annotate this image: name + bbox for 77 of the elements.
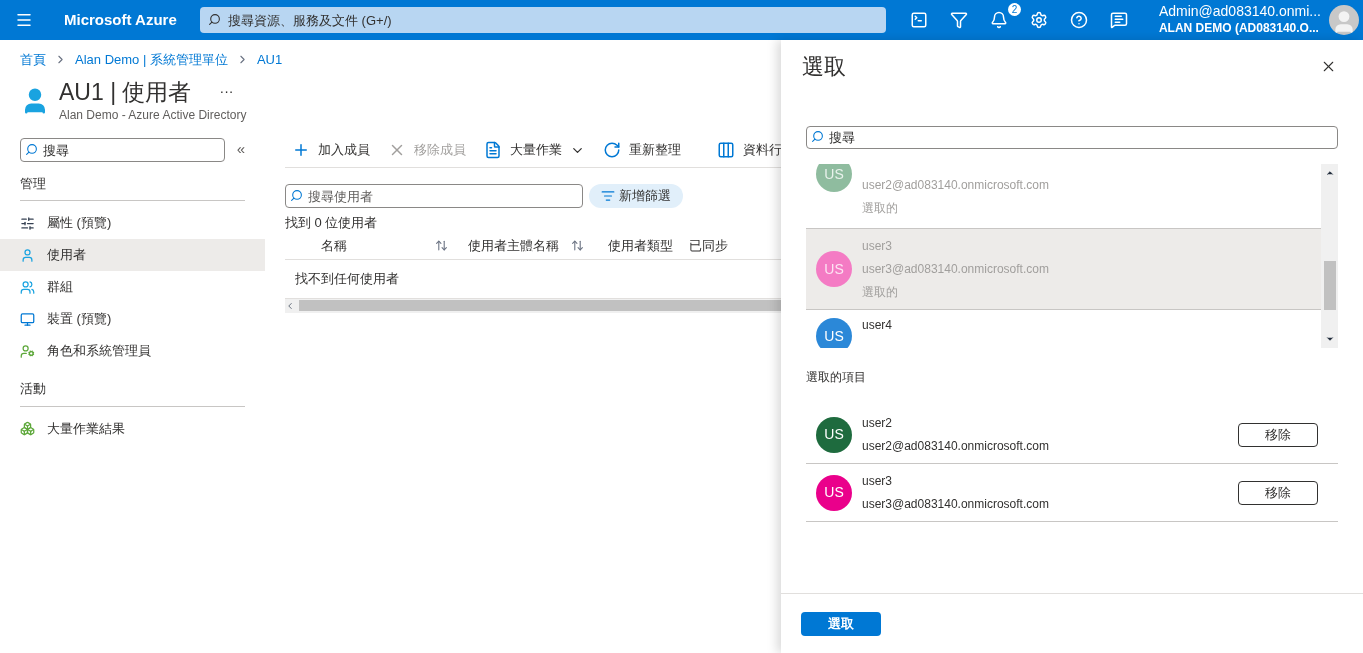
add-filter-button[interactable]: 新增篩選 [589,183,683,208]
sliders-icon [20,215,35,231]
toolbar-button[interactable]: 資料行 [717,140,782,160]
bell-icon[interactable] [990,11,1008,29]
picker-search-field[interactable]: 搜尋 [806,126,1338,149]
user-email: user2@ad083140.onmicrosoft.com [862,437,1049,455]
sidebar-search-field[interactable]: 搜尋 [20,138,225,162]
search-icon [811,130,824,143]
user-email: user3@ad083140.onmicrosoft.com [862,495,1049,513]
avatar: US [816,251,852,287]
sidebar-item[interactable]: 群組 [0,271,265,303]
collapse-button[interactable]: « [236,138,245,161]
filter-icon [601,188,615,203]
brand-name: Microsoft Azure [64,9,178,30]
breadcrumb-link[interactable]: Alan Demo | 系統管理單位 [75,50,228,70]
toolbar-button[interactable]: 重新整理 [603,140,681,160]
avatar-icon[interactable] [1329,5,1359,35]
group-icon [20,279,35,295]
column-header[interactable]: 使用者主體名稱 [460,235,600,256]
more-button[interactable]: ··· [219,81,234,102]
sidebar-item[interactable]: 使用者 [0,239,265,271]
toolbar-button[interactable]: 加入成員 [292,140,370,160]
global-search-field[interactable]: 搜尋資源、服務及文件 (G+/) [200,7,886,33]
columns-icon [717,141,735,159]
sidebar-item[interactable]: 屬性 (預覽) [0,207,265,239]
user-email: user3@ad083140.onmicrosoft.com [862,260,1049,278]
role-icon [20,343,35,359]
user-search-field[interactable]: 搜尋使用者 [285,184,583,208]
remove-button[interactable]: 移除 [1238,422,1318,447]
page-title: AU1 | 使用者 [59,77,192,106]
breadcrumb-link[interactable]: 首頁 [20,50,46,70]
breadcrumb-link[interactable]: AU1 [256,50,283,70]
sidebar-item[interactable]: 裝置 (預覽) [0,303,265,335]
selected-status: 選取的 [862,283,899,301]
scroll-up-icon[interactable] [1324,168,1335,178]
user-name: user2 [862,414,894,432]
search-icon [25,142,38,156]
refresh-icon [603,141,621,159]
user-name: user4 [862,317,893,334]
avatar: US [816,318,852,348]
selected-status: 選取的 [862,200,899,217]
plus-icon [292,141,310,159]
user-name: user3 [862,237,894,255]
user-icon [20,247,35,263]
bulk-icon [20,421,35,436]
account-email[interactable]: Admin@ad083140.onmi... [1158,3,1321,20]
doc-icon [484,141,502,159]
page-subtitle: Alan Demo - Azure Active Directory [59,106,247,124]
scroll-down-icon[interactable] [1324,334,1335,344]
sort-icon [435,239,448,252]
avatar: US [816,164,852,192]
result-item[interactable]: US user4 [806,310,1321,348]
avatar: US [816,416,852,453]
section-title: 管理 [20,173,245,201]
vertical-scrollbar[interactable] [1321,164,1338,348]
column-header[interactable]: 已同步 [681,235,736,256]
section-title: 活動 [20,379,245,407]
column-header[interactable]: 使用者類型 [600,235,681,256]
remove-button[interactable]: 移除 [1238,480,1318,505]
avatar: US [816,474,852,511]
scroll-left-icon[interactable] [285,300,295,311]
toolbar-button[interactable]: 大量作業 [484,140,585,160]
panel-title: 選取 [802,53,846,81]
column-header[interactable]: 名稱 [285,235,460,256]
select-button[interactable]: 選取 [801,611,881,636]
sidebar-item[interactable]: 大量作業結果 [0,412,265,445]
result-count: 找到 0 位使用者 [285,213,379,232]
sidebar-item[interactable]: 角色和系統管理員 [0,335,265,367]
sort-icon [571,239,584,252]
search-icon [290,188,303,202]
notification-badge: 2 [1008,3,1021,16]
selected-items-title: 選取的項目 [806,369,867,386]
user-email: user2@ad083140.onmicrosoft.com [862,177,1049,194]
device-icon [20,311,35,327]
scrollbar-thumb[interactable] [1323,261,1336,310]
account-tenant[interactable]: ALAN DEMO (AD083140.O... [1158,20,1321,37]
user-name: user3 [862,472,894,490]
